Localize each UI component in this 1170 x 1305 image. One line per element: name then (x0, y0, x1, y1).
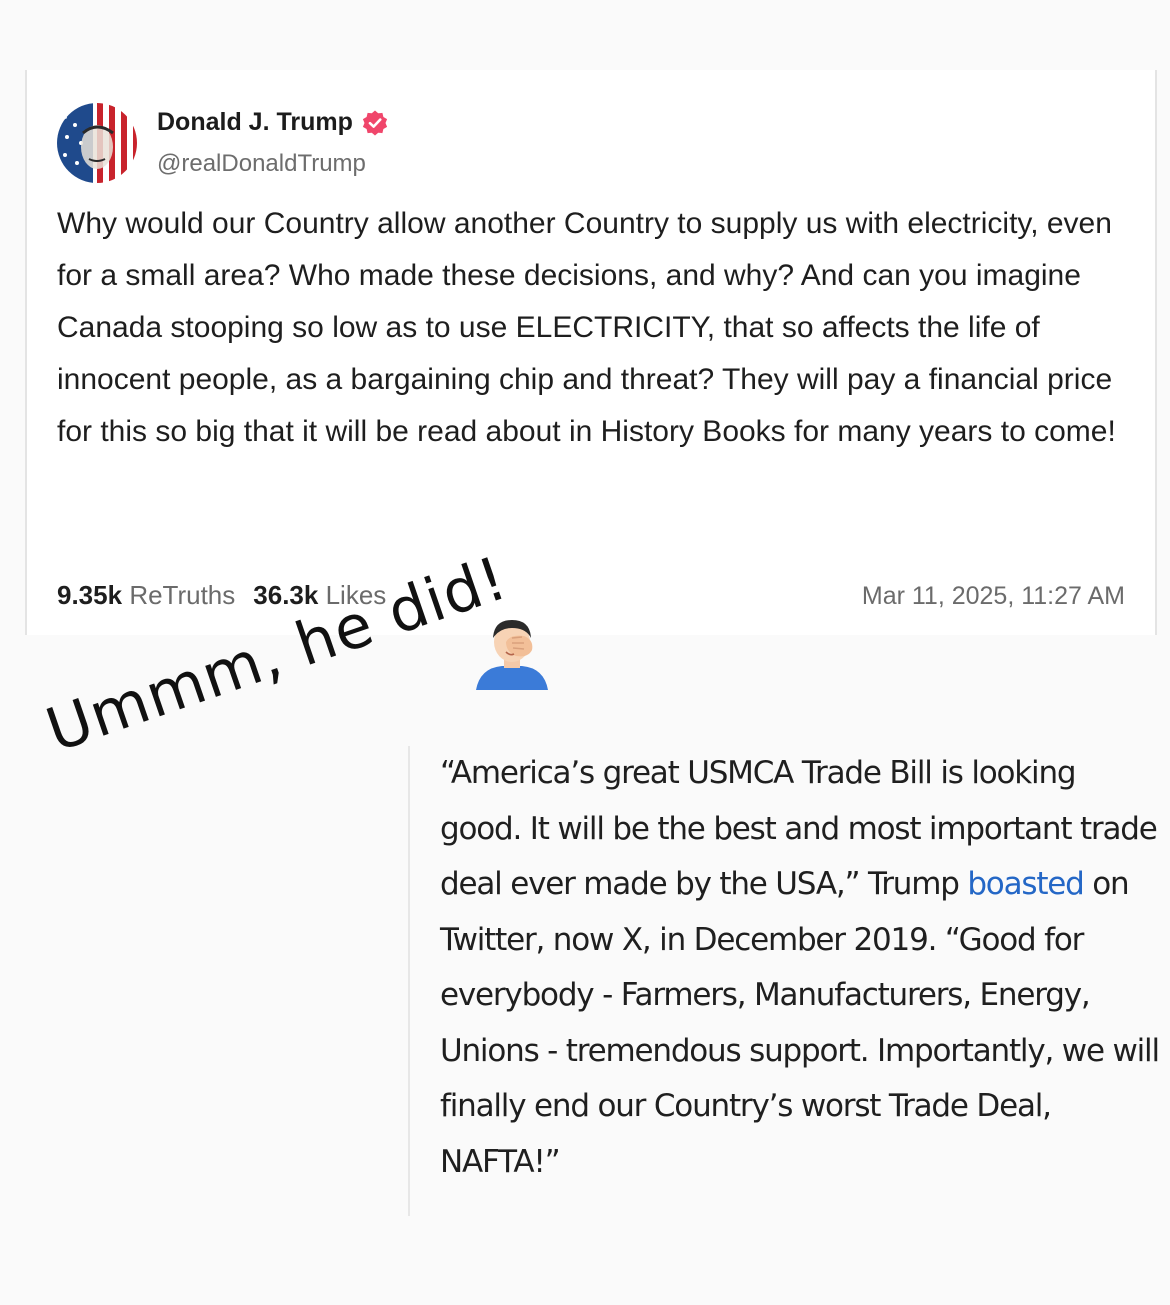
quote-excerpt: “America’s great USMCA Trade Bill is loo… (408, 746, 1160, 1216)
retruths-stat[interactable]: 9.35k ReTruths (57, 580, 235, 610)
author-name[interactable]: Donald J. Trump (157, 108, 389, 137)
verified-badge-icon (362, 110, 387, 135)
author-handle[interactable]: @realDonaldTrump (157, 150, 366, 178)
quote-part-2: on Twitter, now X, in December 2019. “Go… (440, 866, 1160, 1180)
retruths-label: ReTruths (129, 580, 236, 610)
post-timestamp[interactable]: Mar 11, 2025, 11:27 AM (862, 582, 1125, 611)
boasted-link[interactable]: boasted (967, 866, 1084, 902)
avatar[interactable] (57, 103, 137, 183)
author-name-text: Donald J. Trump (157, 108, 353, 136)
post-body: Why would our Country allow another Coun… (57, 207, 1116, 448)
avatar-image (57, 103, 137, 183)
retruths-count: 9.35k (57, 580, 123, 610)
quote-text: “America’s great USMCA Trade Bill is loo… (440, 746, 1160, 1190)
post-card: Donald J. Trump @realDonaldTrump Why wou… (25, 70, 1157, 635)
facepalm-icon (476, 620, 548, 690)
